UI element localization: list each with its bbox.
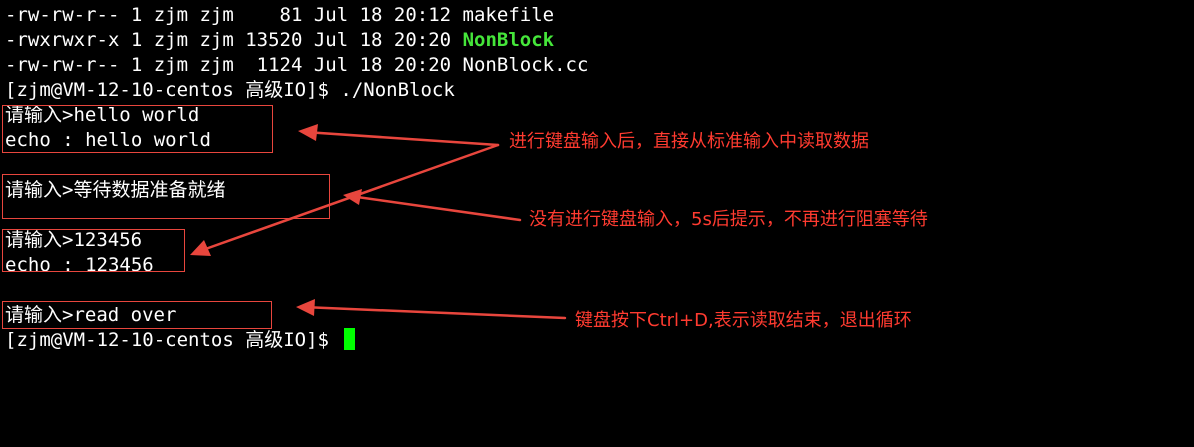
arrowhead-wait <box>343 189 362 205</box>
arrowhead-read-over <box>296 299 315 316</box>
annotation-no-input: 没有进行键盘输入，5s后提示，不再进行阻塞等待 <box>529 209 928 230</box>
annotation-read-stdin: 进行键盘输入后，直接从标准输入中读取数据 <box>509 131 869 152</box>
arrow-line-read-over <box>301 305 567 320</box>
arrow-line-wait <box>348 194 522 222</box>
arrow-line-echo <box>303 130 500 147</box>
arrow-line-number <box>195 143 500 254</box>
annotation-ctrl-d: 键盘按下Ctrl+D,表示读取结束，退出循环 <box>575 310 912 331</box>
arrowhead-echo <box>298 124 318 141</box>
